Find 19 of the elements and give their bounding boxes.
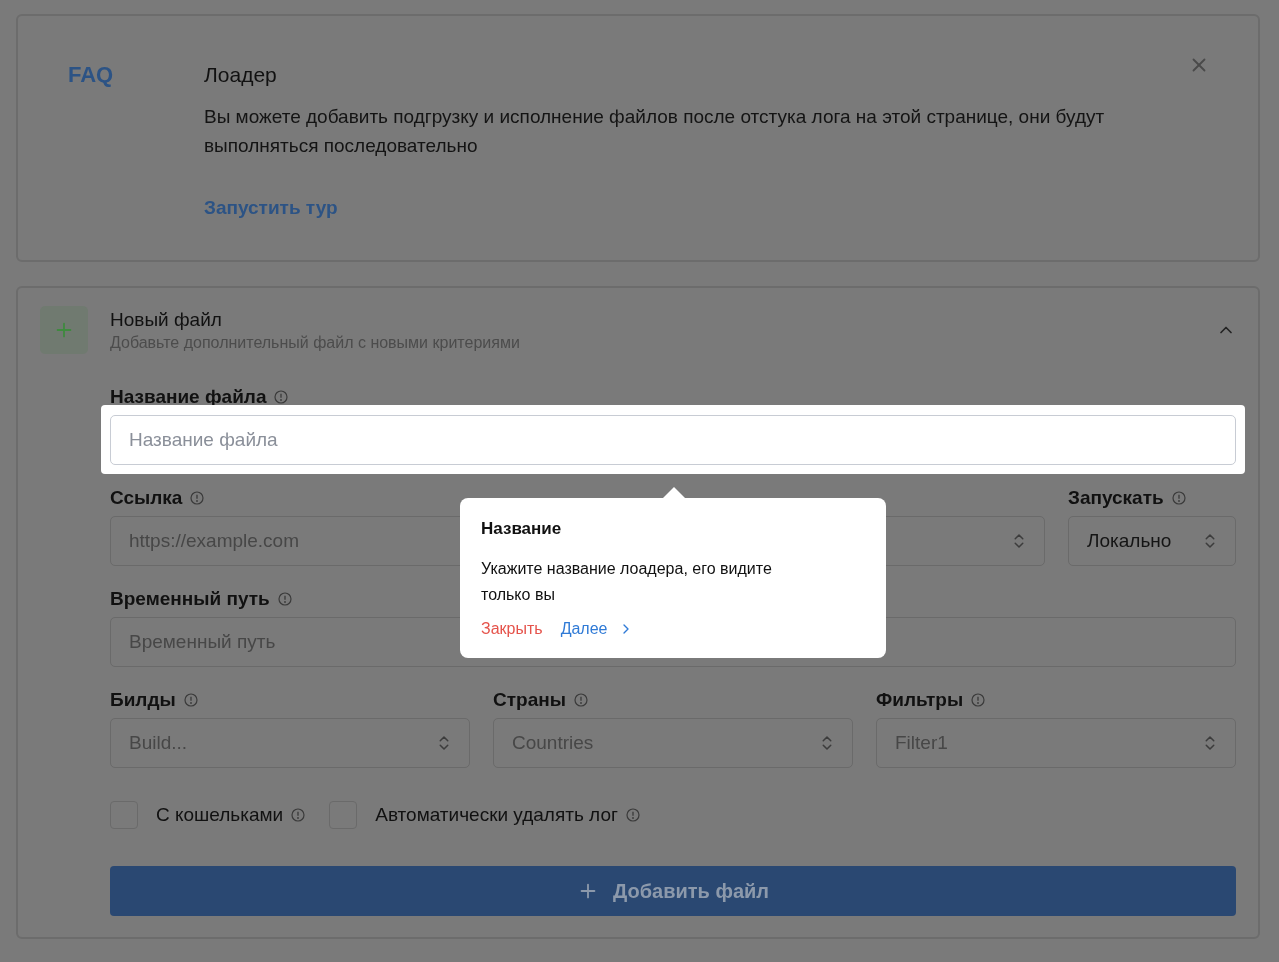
field-label: Временный путь: [110, 588, 270, 610]
popover-title: Название: [481, 518, 563, 540]
checkbox-label: Автоматически удалять лог: [375, 804, 618, 826]
next-link[interactable]: Далее: [560, 620, 634, 638]
field-label: Название файла: [110, 386, 267, 408]
faq-description: Вы можете добавить подгрузку и исполнение файлов после отстука лога на этой странице, они будут выполняться последовательно: [204, 105, 1106, 158]
checkbox-label: С кошельками: [156, 804, 284, 826]
close-link[interactable]: Закрыть: [481, 620, 543, 638]
field-label: Запускать: [1068, 487, 1164, 509]
add-file-button[interactable]: Добавить файл: [110, 866, 1236, 916]
field-label: Фильтры: [876, 689, 964, 711]
faq-label: FAQ: [68, 61, 114, 89]
faq-title: Лоадер: [204, 62, 278, 88]
start-tour-link[interactable]: Запустить тур: [204, 194, 338, 222]
field-label: Ссылка: [110, 487, 183, 509]
field-label: Страны: [493, 689, 566, 711]
select-field[interactable]: Локально: [1068, 516, 1236, 566]
section-title: Новый файл: [110, 307, 223, 332]
field-label: Билды: [110, 689, 176, 711]
